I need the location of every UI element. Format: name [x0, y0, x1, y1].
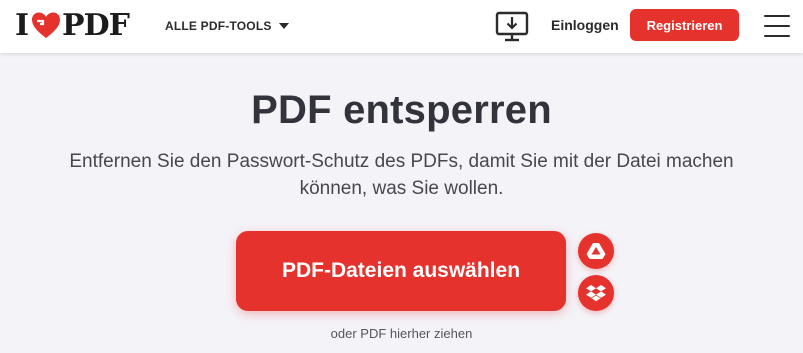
page-title: PDF entsperren	[251, 88, 552, 132]
menu-line	[764, 35, 790, 37]
logo-text: PDF	[62, 7, 130, 43]
dropbox-icon	[586, 285, 606, 302]
hamburger-menu-icon[interactable]	[764, 15, 790, 37]
caret-down-icon	[278, 23, 289, 29]
ilovepdf-logo[interactable]: I PDF	[15, 7, 130, 43]
menu-line	[764, 25, 790, 27]
top-header: I PDF ALLE PDF-TOOLS Einloggen Registrie…	[0, 0, 803, 53]
google-drive-button[interactable]	[578, 233, 614, 269]
desktop-app-button[interactable]	[495, 9, 529, 43]
all-tools-menu[interactable]: ALLE PDF-TOOLS	[165, 17, 289, 35]
login-link[interactable]: Einloggen	[551, 17, 619, 33]
logo-letter: I	[15, 7, 29, 43]
desktop-download-icon	[495, 11, 529, 42]
dropbox-button[interactable]	[578, 275, 614, 311]
menu-line	[764, 15, 790, 17]
all-tools-label: ALLE PDF-TOOLS	[165, 19, 272, 33]
register-button[interactable]: Registrieren	[630, 9, 739, 41]
drop-hint-text: oder PDF hierher ziehen	[330, 326, 473, 341]
page-subtitle: Entfernen Sie den Passwort-Schutz des PD…	[69, 151, 734, 199]
select-pdf-button[interactable]: PDF-Dateien auswählen	[236, 231, 566, 311]
google-drive-icon	[586, 243, 606, 259]
heart-icon	[32, 12, 61, 38]
